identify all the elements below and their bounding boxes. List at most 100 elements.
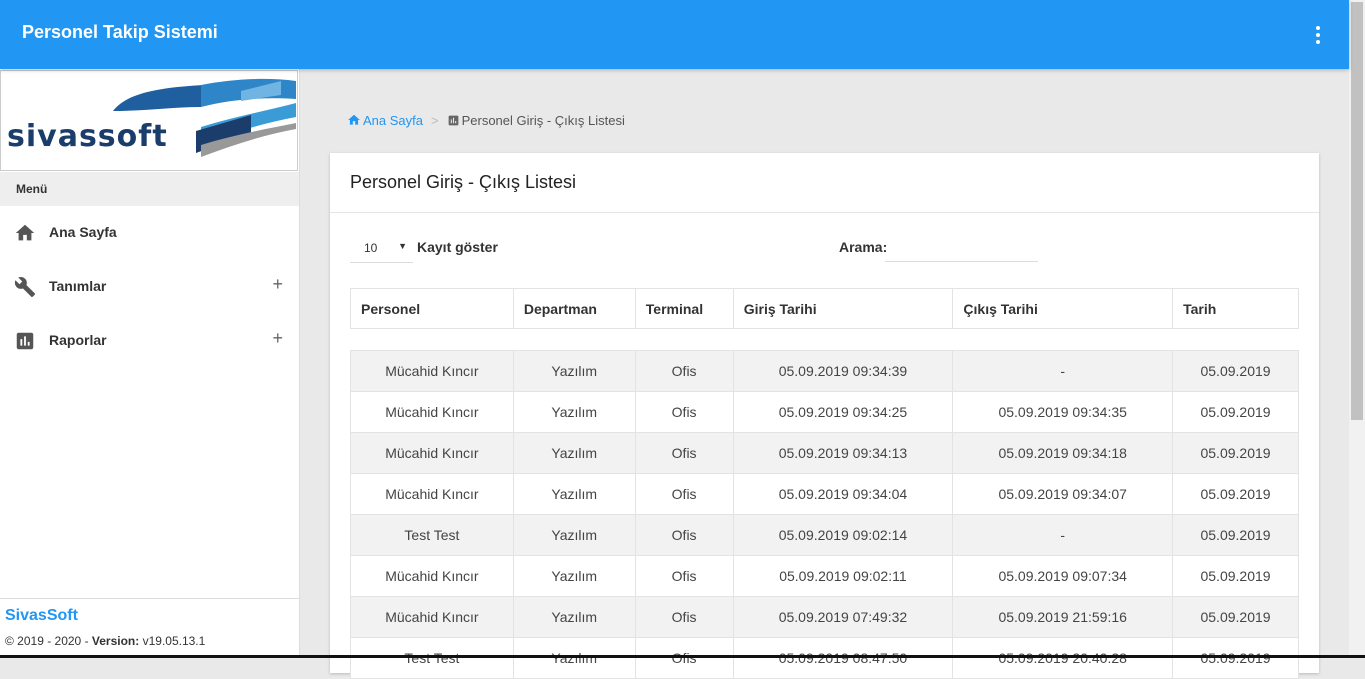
search-label: Arama: <box>839 239 888 255</box>
table-cell: Mücahid Kıncır <box>350 596 514 638</box>
table-cell: Yazılım <box>512 596 636 638</box>
table-cell: 05.09.2019 09:34:04 <box>732 473 954 515</box>
table-cell: 05.09.2019 09:07:34 <box>952 555 1174 597</box>
table-cell: Yazılım <box>512 432 636 474</box>
breadcrumb-home[interactable]: Ana Sayfa <box>347 113 423 128</box>
table-cell: Ofis <box>634 350 734 392</box>
table-cell: Ofis <box>634 596 734 638</box>
table-cell: 05.09.2019 <box>1172 391 1299 433</box>
content-card: Personel Giriş - Çıkış Listesi 10 ▼ Kayı… <box>330 153 1319 679</box>
sidebar-footer: SivasSoft © 2019 - 2020 - Version: v19.0… <box>0 598 299 656</box>
sidebar-item-raporlar[interactable]: Raporlar + <box>0 314 299 368</box>
page-length-select[interactable]: 10 ▼ <box>350 235 413 263</box>
copyright-prefix: © 2019 - 2020 - <box>5 634 92 648</box>
table-cell: Yazılım <box>512 555 636 597</box>
column-header-tarih[interactable]: Tarih <box>1172 288 1299 329</box>
table-cell: Ofis <box>634 514 734 556</box>
bar-chart-icon <box>448 115 458 126</box>
breadcrumb-separator: > <box>431 113 439 128</box>
table-cell: Mücahid Kıncır <box>350 555 514 597</box>
table-cell: Ofis <box>634 432 734 474</box>
table-cell: Ofis <box>634 555 734 597</box>
table-cell: Yazılım <box>512 350 636 392</box>
search-input[interactable] <box>885 233 1038 262</box>
table-cell: 05.09.2019 09:34:18 <box>952 432 1174 474</box>
footer-brand[interactable]: SivasSoft <box>5 607 78 625</box>
table-cell: - <box>952 350 1174 392</box>
table-header: Personel Departman Terminal Giriş Tarihi… <box>350 288 1299 329</box>
table-cell: 05.09.2019 <box>1172 596 1299 638</box>
dropdown-arrow-icon: ▼ <box>398 241 407 251</box>
sidebar-item-ana-sayfa[interactable]: Ana Sayfa <box>0 206 299 260</box>
table-cell: Mücahid Kıncır <box>350 350 514 392</box>
table-cell: Yazılım <box>512 514 636 556</box>
table-row[interactable]: Mücahid Kıncır Yazılım Ofis 05.09.2019 09:3… <box>350 391 1299 433</box>
scrollbar-thumb[interactable] <box>1351 2 1363 420</box>
copyright-text: © 2019 - 2020 - Version: v19.05.13.1 <box>5 634 205 648</box>
breadcrumb: Ana Sayfa > Personel Giriş - Çıkış Listesi <box>347 113 625 128</box>
bar-chart-icon <box>16 332 34 350</box>
table-cell: 05.09.2019 <box>1172 514 1299 556</box>
table-row[interactable]: Test Test Yazılım Ofis 05.09.2019 08:47:50 0… <box>350 637 1299 679</box>
table-cell: 05.09.2019 07:49:32 <box>732 596 954 638</box>
menu-header: Menü <box>0 172 299 206</box>
page-length-value: 10 <box>364 241 378 255</box>
data-table: Mücahid Kıncır Yazılım Ofis 05.09.2019 09:3… <box>350 350 1299 679</box>
sidebar-item-tanimlar[interactable]: Tanımlar + <box>0 260 299 314</box>
table-cell: Mücahid Kıncır <box>350 432 514 474</box>
table-cell: Yazılım <box>512 473 636 515</box>
table-row[interactable]: Mücahid Kıncır Yazılım Ofis 05.09.2019 09:0… <box>350 555 1299 597</box>
table-cell: Mücahid Kıncır <box>350 391 514 433</box>
table-cell: 05.09.2019 09:34:39 <box>732 350 954 392</box>
breadcrumb-home-label: Ana Sayfa <box>363 113 423 128</box>
sidebar: sivassoft Menü Ana Sayfa Tanımlar + Rapo… <box>0 69 300 655</box>
wrench-icon <box>14 277 36 298</box>
table-cell: 05.09.2019 09:34:25 <box>732 391 954 433</box>
expand-icon[interactable]: + <box>272 328 283 349</box>
top-app-bar: Personel Takip Sistemi <box>0 0 1349 69</box>
app-title: Personel Takip Sistemi <box>22 22 218 42</box>
more-vert-icon[interactable] <box>1315 26 1321 44</box>
table-cell: 05.09.2019 09:02:11 <box>732 555 954 597</box>
table-row[interactable]: Mücahid Kıncır Yazılım Ofis 05.09.2019 07:4… <box>350 596 1299 638</box>
table-cell: 05.09.2019 09:02:14 <box>732 514 954 556</box>
table-cell: 05.09.2019 <box>1172 637 1299 679</box>
column-header-personel[interactable]: Personel <box>350 288 514 329</box>
table-cell: 05.09.2019 20:40:28 <box>952 637 1174 679</box>
column-header-departman[interactable]: Departman <box>512 288 636 329</box>
home-icon <box>348 114 360 125</box>
table-cell: Ofis <box>634 637 734 679</box>
table-cell: 05.09.2019 09:34:07 <box>952 473 1174 515</box>
table-cell: - <box>952 514 1174 556</box>
breadcrumb-current: Personel Giriş - Çıkış Listesi <box>447 113 625 128</box>
table-row[interactable]: Mücahid Kıncır Yazılım Ofis 05.09.2019 09:3… <box>350 473 1299 515</box>
column-header-giris-tarihi[interactable]: Giriş Tarihi <box>732 288 954 329</box>
expand-icon[interactable]: + <box>272 274 283 295</box>
table-row[interactable]: Mücahid Kıncır Yazılım Ofis 05.09.2019 09:3… <box>350 432 1299 474</box>
version-label: Version: <box>91 634 140 648</box>
table-row[interactable]: Mücahid Kıncır Yazılım Ofis 05.09.2019 09:3… <box>350 350 1299 392</box>
vertical-scrollbar[interactable] <box>1349 0 1365 658</box>
table-cell: 05.09.2019 09:34:35 <box>952 391 1174 433</box>
table-cell: 05.09.2019 <box>1172 555 1299 597</box>
company-logo: sivassoft <box>0 70 298 171</box>
table-row[interactable]: Test Test Yazılım Ofis 05.09.2019 09:02:14-… <box>350 514 1299 556</box>
column-header-terminal[interactable]: Terminal <box>634 288 734 329</box>
table-cell: Ofis <box>634 473 734 515</box>
card-divider <box>330 212 1319 213</box>
column-header-cikis-tarihi[interactable]: Çıkış Tarihi <box>952 288 1174 329</box>
table-cell: Ofis <box>634 391 734 433</box>
page-length-label: Kayıt göster <box>417 239 498 255</box>
breadcrumb-current-label: Personel Giriş - Çıkış Listesi <box>461 113 625 128</box>
table-cell: 05.09.2019 21:59:16 <box>952 596 1174 638</box>
table-cell: 05.09.2019 09:34:13 <box>732 432 954 474</box>
page-title: Personel Giriş - Çıkış Listesi <box>350 172 577 192</box>
table-cell: 05.09.2019 <box>1172 432 1299 474</box>
logo-text: sivassoft <box>7 119 168 154</box>
table-cell: 05.09.2019 <box>1172 350 1299 392</box>
table-cell: 05.09.2019 <box>1172 473 1299 515</box>
table-cell: Test Test <box>350 637 514 679</box>
sidebar-item-label: Tanımlar <box>49 278 107 294</box>
table-cell: Yazılım <box>512 391 636 433</box>
table-cell: 05.09.2019 08:47:50 <box>732 637 954 679</box>
